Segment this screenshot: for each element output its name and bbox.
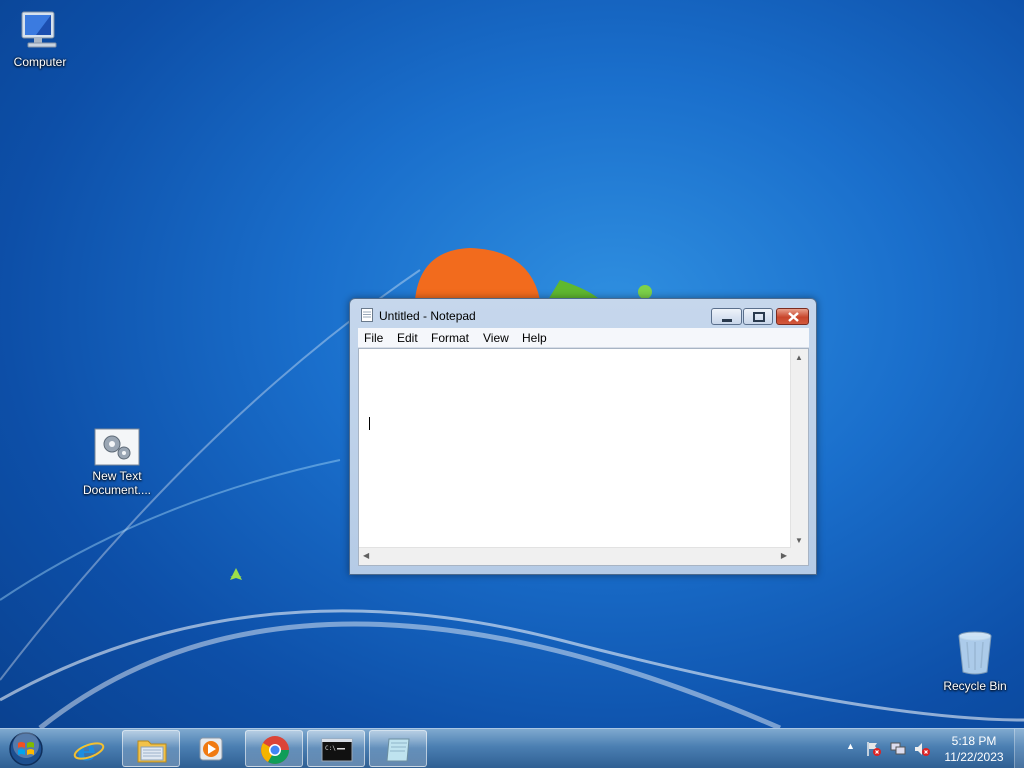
scroll-down-icon[interactable]: ▼ [795,536,803,545]
menu-help[interactable]: Help [522,331,547,345]
taskbar-media-player[interactable] [183,730,241,767]
computer-icon [21,11,57,48]
new-text-document-desktop-icon[interactable]: New Text Document.... [77,428,157,497]
computer-desktop-icon[interactable]: Computer [0,8,80,69]
clock-time: 5:18 PM [951,734,997,748]
notepad-window[interactable]: Untitled - Notepad File Edit Format View… [349,298,817,575]
menu-edit[interactable]: Edit [397,331,418,345]
vertical-scrollbar[interactable]: ▲ ▼ [790,349,808,549]
minimize-button[interactable] [711,308,742,325]
show-desktop-button[interactable] [1014,729,1024,768]
network-icon[interactable] [890,741,906,757]
scrollbar-corner [791,548,808,565]
scroll-left-icon[interactable]: ◀ [363,551,369,560]
maximize-icon [753,312,765,322]
svg-text:C:\: C:\ [325,745,336,752]
new-text-document-label: New Text Document.... [82,469,152,497]
recycle-bin-icon [958,631,992,675]
scroll-right-icon[interactable]: ▶ [781,551,787,560]
close-icon [788,312,799,322]
command-prompt-icon: C:\ [321,738,353,762]
menu-view[interactable]: View [483,331,509,345]
start-button[interactable] [6,731,46,767]
media-player-icon [199,737,223,761]
taskbar-command-prompt[interactable]: C:\ [307,730,365,767]
taskbar-windows-explorer[interactable] [122,730,180,767]
taskbar-notepad[interactable] [369,730,427,767]
internet-explorer-icon: e [73,734,105,764]
clock-date: 11/22/2023 [944,750,1004,764]
taskbar: e C:\ ▲ 5:18 PM 11/22/2023 [0,728,1024,768]
scroll-up-icon[interactable]: ▲ [795,353,803,362]
action-center-flag-icon[interactable] [866,741,882,757]
computer-label: Computer [13,55,67,69]
menu-format[interactable]: Format [431,331,469,345]
volume-muted-icon[interactable] [914,741,930,757]
chrome-icon [261,736,289,764]
notepad-icon [361,308,373,322]
text-editor[interactable]: ▲ ▼ ◀ ▶ [358,348,809,566]
horizontal-scrollbar[interactable]: ◀ ▶ [359,547,791,565]
maximize-button[interactable] [743,308,773,325]
menu-bar: File Edit Format View Help [358,328,809,348]
text-caret [369,417,370,430]
folder-icon [137,740,167,763]
recycle-bin-label: Recycle Bin [943,679,1007,693]
taskbar-internet-explorer[interactable]: e [60,730,118,767]
title-bar[interactable]: Untitled - Notepad [350,299,816,327]
menu-file[interactable]: File [364,331,383,345]
taskbar-chrome[interactable] [245,730,303,767]
show-hidden-icons-icon[interactable]: ▲ [846,741,855,751]
recycle-bin-desktop-icon[interactable]: Recycle Bin [935,630,1015,693]
settings-document-icon [94,428,140,466]
close-button[interactable] [776,308,809,325]
window-title: Untitled - Notepad [379,309,476,323]
notepad-taskbar-icon [386,738,410,762]
system-clock[interactable]: 5:18 PM 11/22/2023 [935,733,1013,765]
minimize-icon [722,319,732,322]
